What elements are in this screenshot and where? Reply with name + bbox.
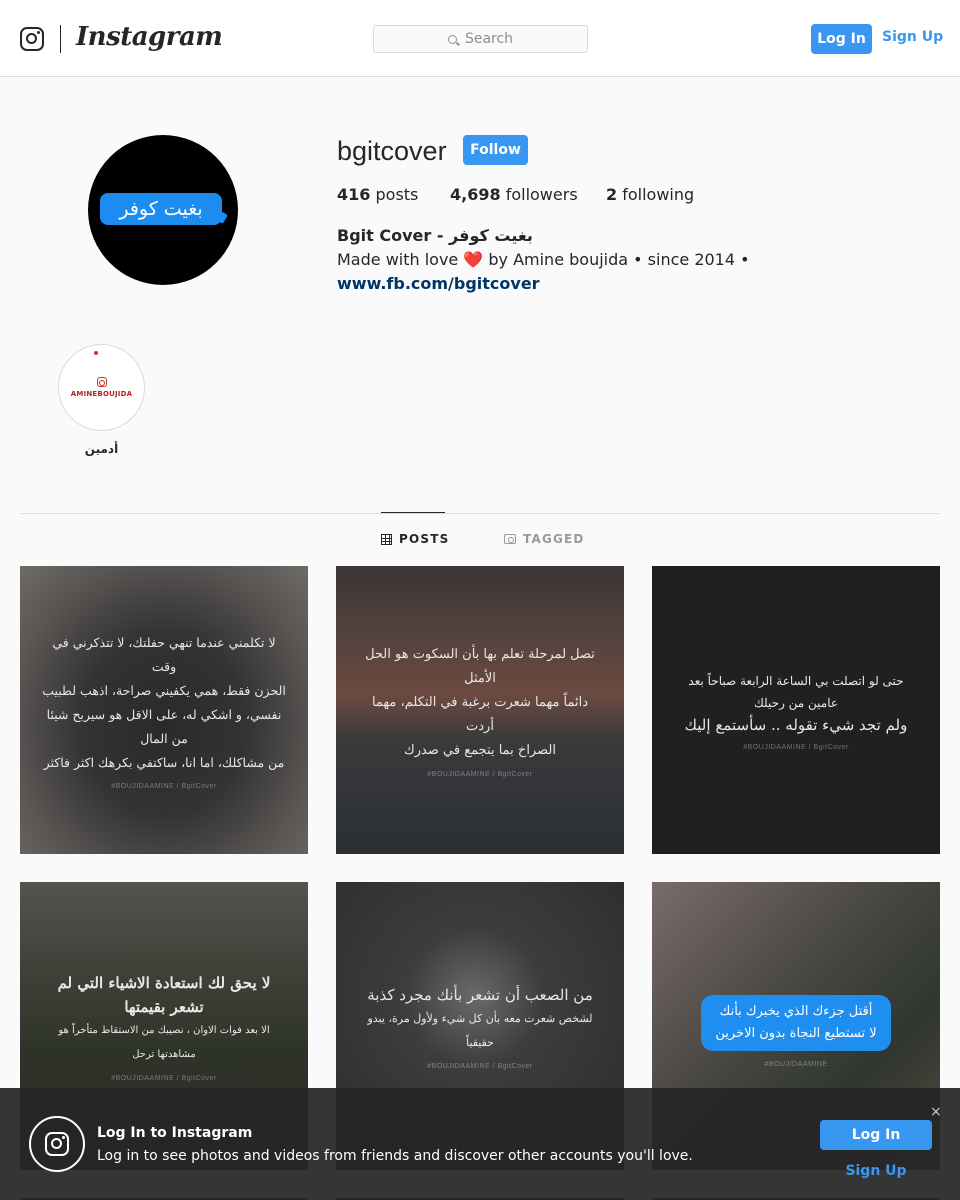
followers-count-value: 4,698 <box>450 185 501 204</box>
following-count-value: 2 <box>606 185 618 204</box>
posts-count-value: 416 <box>337 185 371 204</box>
close-icon[interactable]: × <box>930 1104 942 1120</box>
post-tile[interactable]: حتى لو اتصلت بي الساعة الرابعة صباحاً بع… <box>652 566 940 854</box>
highlight-cover: AMINEBOUJIDA <box>62 348 141 427</box>
post-watermark: #BOUJIDAAMINE / BgitCover <box>111 782 217 790</box>
banner-title: Log In to Instagram <box>97 1125 253 1141</box>
following-count[interactable]: 2 following <box>606 185 694 204</box>
instagram-icon <box>45 1132 69 1156</box>
heart-icon: ❤️ <box>463 250 484 269</box>
search-placeholder: Search <box>464 31 514 47</box>
tagged-icon <box>504 534 516 544</box>
post-watermark: #BOUJIDAAMINE <box>764 1060 828 1068</box>
post-quote-line: الحزن فقط، همي يكفيني صراحة، اذهب لطبيب <box>42 682 286 698</box>
post-quote-line: دائماً مهما شعرت برغبة في التكلم، مهما أ… <box>371 694 589 734</box>
posts-count-label: posts <box>375 185 419 204</box>
post-quote-line: لا يحق لك استعادة الاشياء التي لم تشعر ب… <box>57 973 271 1016</box>
follow-button[interactable]: Follow <box>463 135 528 165</box>
following-count-label: following <box>622 185 695 204</box>
post-quote-line: من الصعب أن تشعر بأنك مجرد كذبة <box>367 985 593 1004</box>
highlight-dot <box>94 351 98 355</box>
post-watermark: #BOUJIDAAMINE / BgitCover <box>111 1074 217 1082</box>
active-tab-indicator <box>381 512 445 513</box>
post-quote-line: ولم تجد شيء تقوله .. سأستمع إليك <box>684 715 908 734</box>
bio-link[interactable]: www.fb.com/bgitcover <box>337 274 540 293</box>
top-nav: Instagram Search Log In Sign Up <box>0 0 960 77</box>
profile-avatar: بغيت كوفر <box>88 135 238 285</box>
post-quote-line: من مشاكلك، اما انا، ساكتفي بكرهك اكثر فا… <box>43 754 285 770</box>
profile-username: bgitcover <box>337 136 447 166</box>
tabs-divider <box>20 513 940 514</box>
tab-posts[interactable]: POSTS <box>381 532 449 546</box>
post-quote: أقتل جزءك الذي يخبرك بأنك لا تستطيع النج… <box>701 994 891 1051</box>
banner-signup-link[interactable]: Sign Up <box>820 1163 932 1179</box>
nav-divider <box>60 25 61 53</box>
post-quote: من الصعب أن تشعر بأنك مجرد كذبة لشخص شعر… <box>358 983 602 1055</box>
tab-tagged[interactable]: TAGGED <box>504 532 585 546</box>
bio-name: Bgit Cover - بغيت كوفر <box>337 226 533 245</box>
search-icon <box>447 34 457 44</box>
avatar-text: بغيت كوفر <box>100 193 222 225</box>
login-button[interactable]: Log In <box>811 24 872 54</box>
signup-link[interactable]: Sign Up <box>882 29 943 45</box>
post-quote-line: الصراخ بما يتجمع في صدرك <box>404 742 556 758</box>
followers-count[interactable]: 4,698 followers <box>450 185 578 204</box>
post-quote: حتى لو اتصلت بي الساعة الرابعة صباحاً بع… <box>674 670 918 736</box>
post-quote-line: نفسي، و اشكي له، على الاقل هو سيربح شيئا… <box>46 706 282 746</box>
instagram-icon[interactable] <box>20 27 44 51</box>
tab-posts-label: POSTS <box>399 532 450 546</box>
post-tile[interactable]: لا تكلمني عندما تنهي حفلتك، لا تتذكرني ف… <box>20 566 308 854</box>
post-quote-line: لشخص شعرت معه بأن كل شيء ولأول مرة، يبدو… <box>367 1011 593 1049</box>
post-tile[interactable]: تصل لمرحلة تعلم بها بأن السكوت هو الحل ا… <box>336 566 624 854</box>
bio-text: Made with love ❤️ by Amine boujida • sin… <box>337 250 750 269</box>
post-quote: لا تكلمني عندما تنهي حفلتك، لا تتذكرني ف… <box>42 631 286 775</box>
post-quote-line: أقتل جزءك الذي يخبرك بأنك <box>719 1003 873 1019</box>
followers-count-label: followers <box>505 185 578 204</box>
tab-tagged-label: TAGGED <box>523 532 585 546</box>
story-highlight[interactable]: AMINEBOUJIDA <box>58 344 145 431</box>
banner-subtitle: Log in to see photos and videos from fri… <box>97 1148 693 1164</box>
highlight-label: أدمين <box>84 442 119 456</box>
post-quote: تصل لمرحلة تعلم بها بأن السكوت هو الحل ا… <box>358 643 602 763</box>
post-watermark: #BOUJIDAAMINE / BgitCover <box>427 770 533 778</box>
login-banner: Log In to Instagram Log in to see photos… <box>0 1088 960 1200</box>
search-input[interactable]: Search <box>373 25 588 53</box>
grid-icon <box>381 533 392 545</box>
banner-login-button[interactable]: Log In <box>820 1120 932 1150</box>
bio-text-after: by Amine boujida • since 2014 • <box>483 250 750 269</box>
post-quote-line: تصل لمرحلة تعلم بها بأن السكوت هو الحل ا… <box>365 646 595 686</box>
instagram-icon <box>96 377 107 387</box>
post-quote-line: لا تكلمني عندما تنهي حفلتك، لا تتذكرني ف… <box>52 634 276 674</box>
post-quote-line: لا تستطيع النجاة بدون الاخرين <box>715 1025 877 1041</box>
post-quote-line: الا بعد فوات الاوان ، نصيبك من الاستقاط … <box>58 1024 270 1060</box>
post-quote-line: حتى لو اتصلت بي الساعة الرابعة صباحاً بع… <box>688 673 904 710</box>
instagram-wordmark[interactable]: Instagram <box>76 22 223 52</box>
post-watermark: #BOUJIDAAMINE / BgitCover <box>743 743 849 751</box>
post-quote: لا يحق لك استعادة الاشياء التي لم تشعر ب… <box>42 971 286 1067</box>
highlight-cover-text: AMINEBOUJIDA <box>70 390 133 398</box>
posts-count: 416 posts <box>337 185 418 204</box>
bio-text-before: Made with love <box>337 250 464 269</box>
banner-logo <box>29 1116 85 1172</box>
post-watermark: #BOUJIDAAMINE / BgitCover <box>427 1062 533 1070</box>
